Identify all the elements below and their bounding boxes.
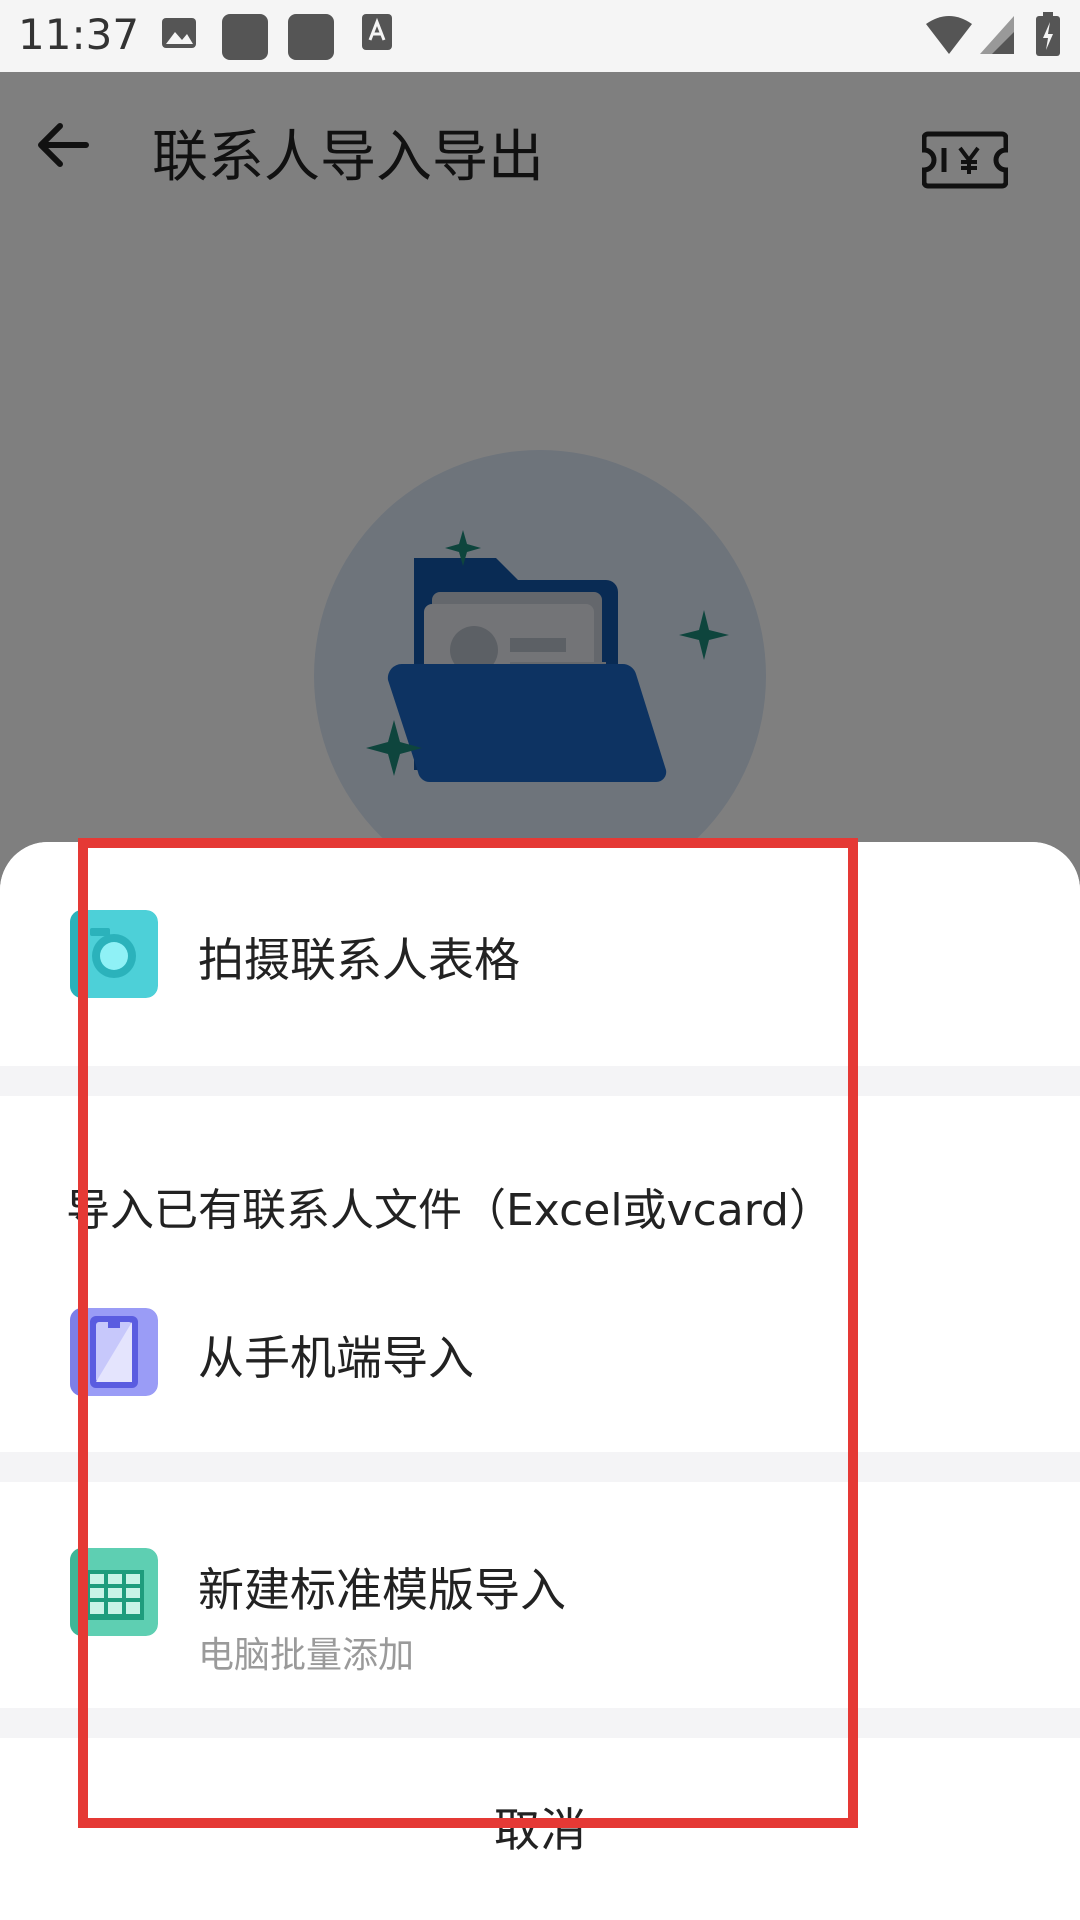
notification-square-icon [288,14,334,60]
status-bar: 11:37 [0,0,1080,72]
status-time: 11:37 [18,10,140,59]
keyboard-icon [362,14,392,50]
highlight-annotation-box [78,838,858,1828]
wifi-icon [926,16,972,54]
battery-icon [1036,12,1060,56]
notification-square-icon [222,14,268,60]
image-icon [162,18,196,48]
signal-icon [980,16,1014,54]
